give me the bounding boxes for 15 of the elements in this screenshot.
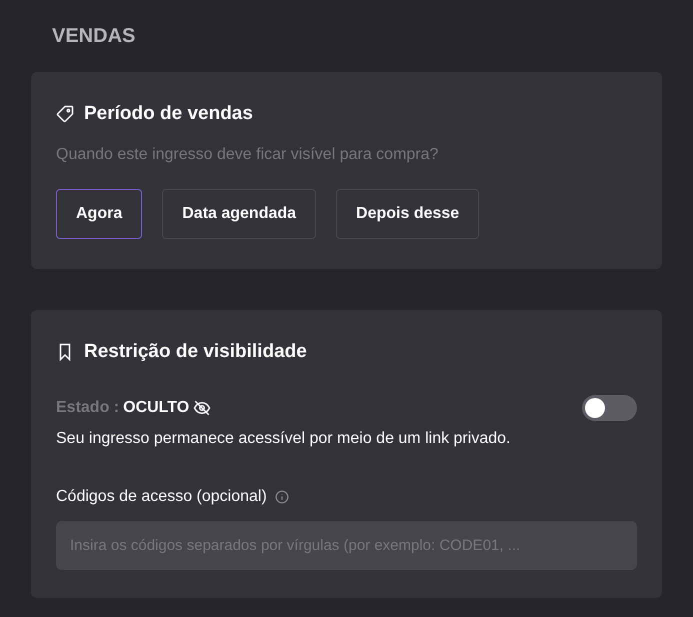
option-button[interactable]: Depois desse (336, 188, 480, 238)
option-button[interactable]: Data agendada (162, 188, 316, 238)
status-label: Estado : (56, 398, 120, 418)
status-value: OCULTO (123, 398, 190, 418)
card-title: Período de vendas (84, 102, 253, 126)
question-text: Quando este ingresso deve ficar visível para compra? (56, 144, 440, 164)
tag-icon (56, 105, 74, 124)
section-title: VENDAS (51, 24, 136, 49)
option-button[interactable]: Agora (56, 188, 142, 238)
card-title: Restrição de visibilidade (84, 340, 307, 364)
field-label: Códigos de acesso (opcional) (56, 486, 267, 506)
visibility-toggle[interactable] (582, 394, 637, 420)
info-icon (274, 490, 289, 504)
description-text: Seu ingresso permanece acessível por meio de um link privado. (56, 428, 512, 448)
eye-off-icon (193, 398, 212, 416)
